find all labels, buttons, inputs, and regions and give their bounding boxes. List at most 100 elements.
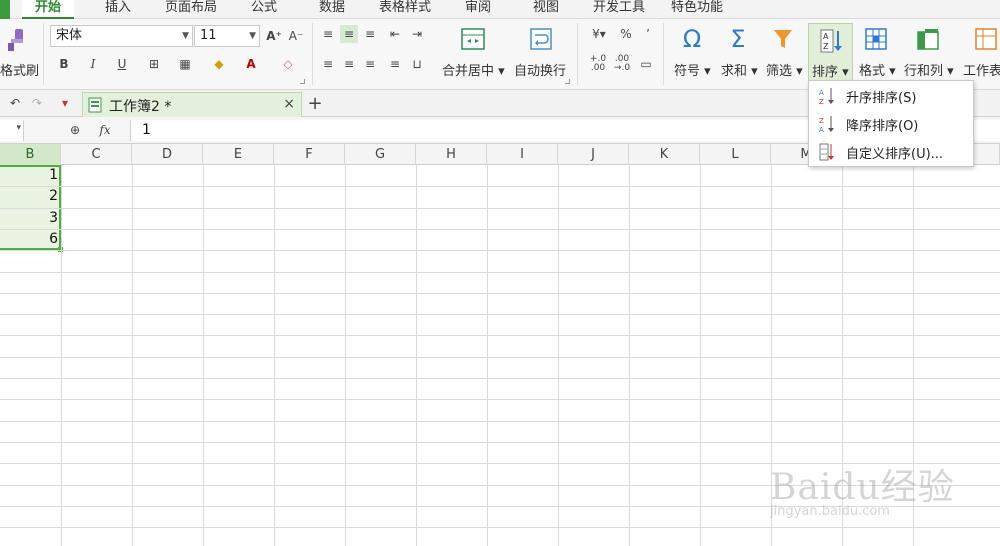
column-gridline: [629, 165, 630, 546]
align-center-icon[interactable]: ≡: [340, 55, 358, 73]
worksheet-button[interactable]: [972, 25, 1000, 53]
app-badge[interactable]: [0, 0, 10, 19]
cell-b1[interactable]: 1: [0, 165, 61, 186]
cell-b4[interactable]: 6: [0, 229, 61, 250]
omega-icon[interactable]: Ω: [678, 25, 706, 53]
column-header-i[interactable]: I: [487, 144, 558, 165]
percent-button[interactable]: %: [617, 25, 635, 43]
menu-item-sort-ascending[interactable]: A Z 升序排序(S): [809, 83, 973, 109]
tab-workbook[interactable]: 工作簿2 * ×: [82, 92, 302, 117]
cell-style-icon[interactable]: ▦: [176, 55, 194, 73]
dialog-launcher-icon[interactable]: [565, 79, 570, 84]
format-label[interactable]: 格式 ▾: [859, 60, 896, 79]
close-icon[interactable]: ×: [283, 96, 295, 112]
column-header-l[interactable]: L: [700, 144, 771, 165]
font-size-value: 11: [200, 28, 217, 43]
dialog-launcher-icon[interactable]: [300, 79, 305, 84]
tab-formula[interactable]: 公式: [242, 0, 286, 19]
menu-item-label: 自定义排序(U)...: [846, 147, 944, 162]
column-header-c[interactable]: C: [61, 144, 132, 165]
function-icon[interactable]: fx: [94, 121, 116, 139]
decrease-font-size-icon[interactable]: A⁻: [287, 27, 305, 45]
tab-data[interactable]: 数据: [310, 0, 354, 19]
tab-developer[interactable]: 开发工具: [588, 0, 650, 19]
menu-item-custom-sort[interactable]: 自定义排序(U)...: [809, 139, 973, 165]
add-tab-icon[interactable]: +: [306, 93, 324, 114]
cell-b2[interactable]: 2: [0, 186, 61, 207]
sort-button[interactable]: A Z 排序 ▾: [808, 23, 853, 81]
number-format-icon[interactable]: ¥▾: [584, 25, 614, 43]
row-gridline: [0, 186, 1000, 187]
distribute-icon[interactable]: ⊔: [408, 55, 426, 73]
font-color-icon[interactable]: A: [242, 55, 260, 73]
column-header-g[interactable]: G: [345, 144, 416, 165]
decrease-indent-icon[interactable]: ⇤: [386, 25, 404, 43]
sum-label[interactable]: 求和 ▾: [721, 60, 758, 79]
increase-font-size-icon[interactable]: A⁺: [265, 27, 283, 45]
quick-access-menu-icon[interactable]: ▾: [56, 94, 74, 112]
tab-special[interactable]: 特色功能: [666, 0, 728, 19]
fill-color-icon[interactable]: ◆: [210, 55, 228, 73]
column-header-k[interactable]: K: [629, 144, 700, 165]
justify-icon[interactable]: ≡: [386, 55, 404, 73]
column-header-b[interactable]: B: [0, 144, 61, 165]
bold-button[interactable]: B: [55, 55, 73, 73]
decrease-decimal-button[interactable]: .00 →.0: [610, 55, 634, 73]
italic-button[interactable]: I: [84, 55, 102, 73]
svg-text:A: A: [819, 126, 824, 133]
rows-cols-label[interactable]: 行和列 ▾: [904, 60, 954, 79]
font-name-value: 宋体: [56, 28, 83, 43]
cell-b3[interactable]: 3: [0, 208, 61, 229]
symbol-label[interactable]: 符号 ▾: [674, 60, 711, 79]
align-top-icon[interactable]: ≡: [319, 25, 337, 43]
filter-label[interactable]: 筛选 ▾: [766, 60, 803, 79]
font-size-select[interactable]: 11 ▼: [194, 25, 260, 47]
font-name-select[interactable]: 宋体 ▼: [50, 25, 193, 47]
border-icon[interactable]: ⊞: [145, 55, 163, 73]
format-text: 格式: [859, 64, 886, 79]
sigma-icon[interactable]: Σ: [724, 25, 752, 53]
svg-text:Z: Z: [823, 42, 829, 51]
watermark-url: jingyan.baidu.com: [770, 504, 890, 519]
filter-button[interactable]: [769, 25, 797, 53]
align-right-icon[interactable]: ≡: [361, 55, 379, 73]
merge-cells-icon: [461, 28, 485, 50]
watermark-text: Baidu经验: [770, 467, 955, 508]
tab-view[interactable]: 视图: [524, 0, 568, 19]
format-painter-button[interactable]: [0, 25, 34, 55]
column-header-f[interactable]: F: [274, 144, 345, 165]
increase-indent-icon[interactable]: ⇥: [408, 25, 426, 43]
align-bottom-icon[interactable]: ≡: [361, 25, 379, 43]
column-gridline: [700, 165, 701, 546]
convert-icon[interactable]: ▭: [636, 55, 656, 73]
tab-review[interactable]: 审阅: [456, 0, 500, 19]
increase-decimal-button[interactable]: +.0 .00: [586, 55, 610, 73]
worksheet-label[interactable]: 工作表: [963, 60, 1000, 79]
zoom-icon[interactable]: ⊕: [66, 121, 84, 139]
tab-table-style[interactable]: 表格样式: [372, 0, 438, 19]
name-box[interactable]: ▾: [0, 120, 24, 141]
undo-icon[interactable]: ↶: [6, 94, 24, 112]
column-header-d[interactable]: D: [132, 144, 203, 165]
wrap-text-button[interactable]: [524, 25, 558, 53]
menu-item-sort-descending[interactable]: Z A 降序排序(O): [809, 111, 973, 137]
underline-button[interactable]: U: [113, 55, 131, 73]
sort-label: 排序 ▾: [812, 65, 849, 80]
clear-format-icon[interactable]: ◇: [279, 55, 297, 73]
redo-icon[interactable]: ↷: [28, 94, 46, 112]
column-header-h[interactable]: H: [416, 144, 487, 165]
svg-text:Z: Z: [819, 117, 824, 125]
row-gridline: [0, 335, 1000, 336]
tab-page-layout[interactable]: 页面布局: [158, 0, 224, 19]
rows-cols-button[interactable]: [914, 25, 942, 53]
align-middle-icon[interactable]: ≡: [340, 25, 358, 43]
format-button[interactable]: [862, 25, 890, 53]
tab-insert[interactable]: 插入: [94, 0, 142, 19]
row-gridline: [0, 208, 1000, 209]
merge-center-button[interactable]: [456, 25, 490, 53]
column-header-j[interactable]: J: [558, 144, 629, 165]
align-left-icon[interactable]: ≡: [319, 55, 337, 73]
tab-home[interactable]: 开始: [22, 0, 74, 19]
thousands-separator-button[interactable]: ’: [639, 25, 657, 43]
column-header-e[interactable]: E: [203, 144, 274, 165]
